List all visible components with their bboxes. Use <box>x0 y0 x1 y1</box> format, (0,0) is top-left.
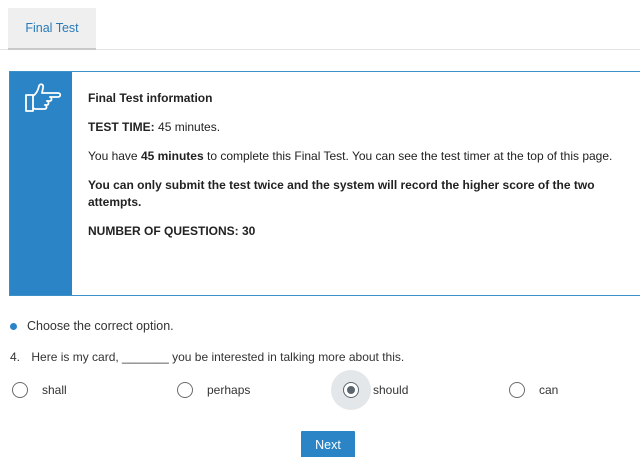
option-should[interactable]: should <box>343 372 408 408</box>
instruction-text: Choose the correct option. <box>27 319 174 333</box>
info-body: Final Test information TEST TIME: 45 min… <box>88 90 628 252</box>
bullet-icon <box>10 322 17 330</box>
next-button[interactable]: Next <box>301 431 355 457</box>
info-panel: Final Test information TEST TIME: 45 min… <box>9 71 640 296</box>
number-of-questions: NUMBER OF QUESTIONS: 30 <box>88 224 256 238</box>
tab-final-test[interactable]: Final Test <box>8 8 96 50</box>
instruction: Choose the correct option. <box>10 319 174 333</box>
pointing-hand-icon <box>25 83 62 112</box>
radio-button[interactable] <box>12 382 28 398</box>
question-number: 4. <box>10 350 21 364</box>
test-time-label: TEST TIME: <box>88 120 155 134</box>
test-time-value: 45 minutes. <box>158 120 221 134</box>
option-label: perhaps <box>207 383 251 397</box>
time-description-rest: to complete this Final Test. You can see… <box>203 149 613 163</box>
question: 4. Here is my card, _______ you be inter… <box>10 350 404 364</box>
test-time: TEST TIME: 45 minutes. <box>88 119 628 136</box>
info-title: Final Test information <box>88 91 213 105</box>
time-description: You have 45 minutes to complete this Fin… <box>88 148 628 165</box>
option-label: can <box>539 383 559 397</box>
answer-options: shall perhaps should can <box>0 370 640 410</box>
option-label: shall <box>42 383 67 397</box>
time-description-text: You have <box>88 149 141 163</box>
option-shall[interactable]: shall <box>12 372 67 408</box>
submission-rule: You can only submit the test twice and t… <box>88 178 595 209</box>
option-perhaps[interactable]: perhaps <box>177 372 250 408</box>
question-text: Here is my card, _______ you be interest… <box>31 350 405 364</box>
option-can[interactable]: can <box>509 372 558 408</box>
radio-button[interactable] <box>177 382 193 398</box>
radio-button-selected[interactable] <box>343 382 359 398</box>
tab-bar: Final Test <box>0 0 640 50</box>
time-description-minutes: 45 minutes <box>140 149 204 163</box>
radio-button[interactable] <box>509 382 525 398</box>
option-label: should <box>373 383 409 397</box>
info-sidebar <box>10 72 72 295</box>
